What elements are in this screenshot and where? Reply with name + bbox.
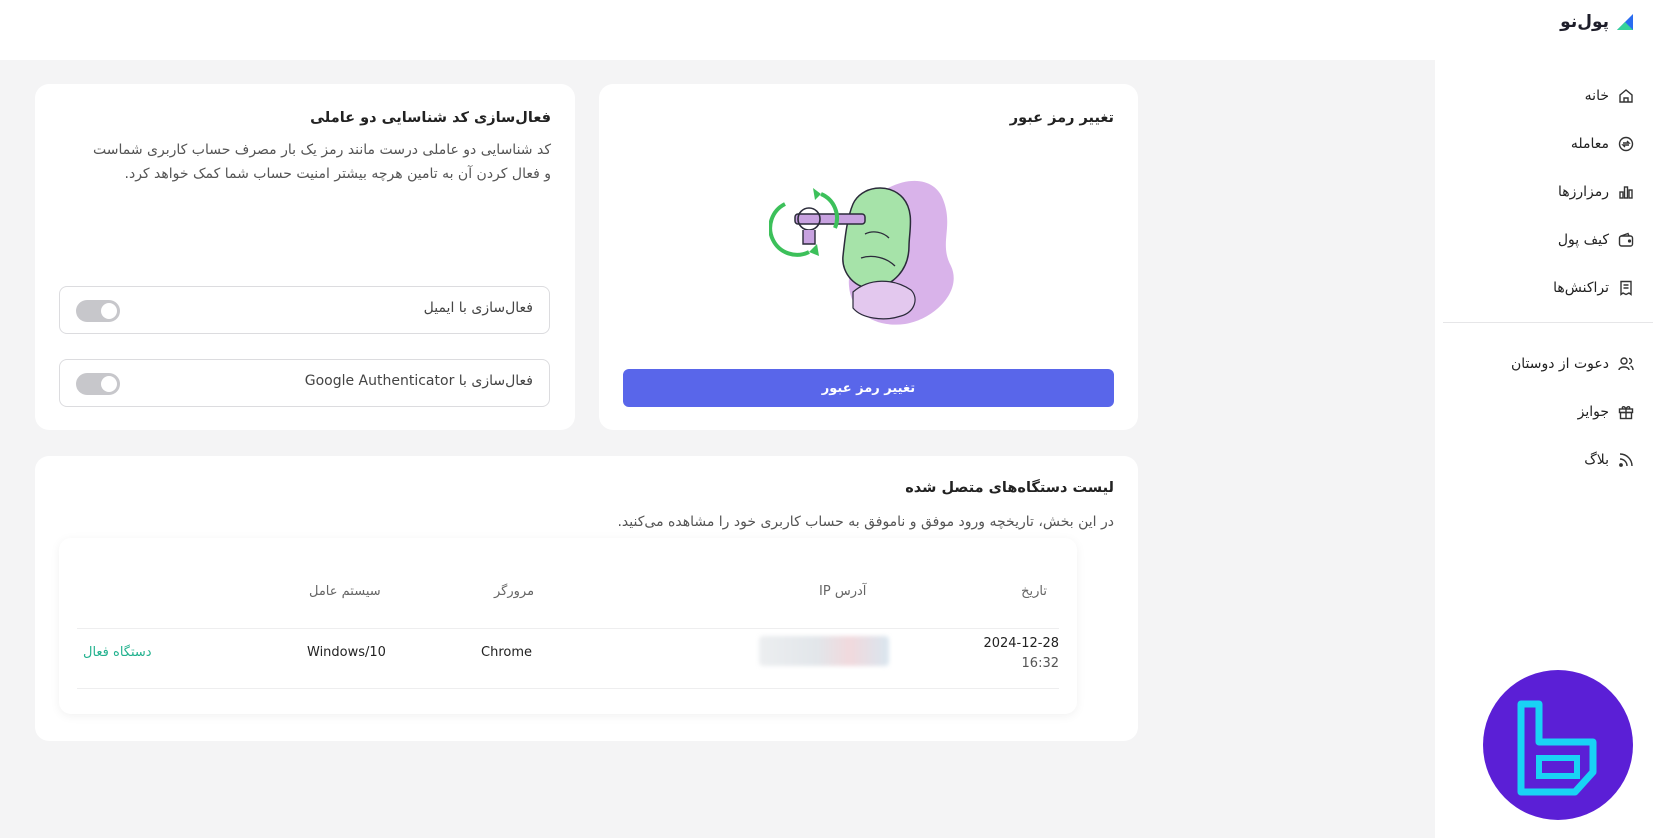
two-factor-card: فعال‌سازی کد شناسایی دو عاملی کد شناسایی…	[35, 84, 575, 430]
column-header-os: سیستم عامل	[309, 584, 381, 599]
devices-table: تاریخ آدرس IP مرورگر سیستم عامل 2024-12-…	[59, 538, 1077, 714]
sidebar-item-rewards[interactable]: جوایز	[1435, 388, 1653, 436]
row-browser: Chrome	[481, 645, 532, 660]
sidebar-item-label: معامله	[1570, 136, 1609, 152]
toggle-knob	[101, 376, 117, 392]
corner-badge-logo	[1483, 670, 1633, 820]
wallet-icon	[1618, 232, 1634, 247]
change-password-title: تغییر رمز عبور	[1009, 110, 1114, 126]
two-factor-description-line-2: و فعال کردن آن به تامین هرچه بیشتر امنیت…	[124, 166, 551, 182]
sidebar-item-blog[interactable]: بلاگ	[1435, 436, 1653, 484]
toggle-label-google-authenticator: فعال‌سازی با Google Authenticator	[304, 373, 533, 389]
sidebar-item-label: کیف پول	[1557, 232, 1609, 248]
sidebar-item-label: جوایز	[1577, 404, 1609, 420]
sidebar-item-label: دعوت از دوستان	[1510, 356, 1609, 372]
logo-text: پول‌نو	[1560, 12, 1609, 32]
receipt-icon	[1620, 280, 1632, 296]
sidebar-item-transactions[interactable]: تراکنش‌ها	[1435, 264, 1653, 312]
sidebar-secondary-nav: دعوت از دوستان جوایز بلاگ	[1435, 340, 1653, 484]
column-header-date: تاریخ	[1021, 584, 1047, 599]
logo[interactable]: پول‌نو	[1560, 12, 1635, 32]
toggle-row-email[interactable]: فعال‌سازی با ایمیل	[59, 286, 550, 334]
toggle-label-email: فعال‌سازی با ایمیل	[423, 300, 533, 316]
sidebar-item-invite[interactable]: دعوت از دوستان	[1435, 340, 1653, 388]
poolno-logo-icon	[1615, 12, 1635, 32]
devices-title: لیست دستگاه‌های متصل شده	[905, 480, 1114, 496]
home-icon	[1619, 89, 1633, 103]
sidebar-item-home[interactable]: خانه	[1435, 72, 1653, 120]
row-date: 2024-12-28	[983, 636, 1059, 651]
top-bar: پول‌نو	[0, 0, 1653, 60]
row-status-active-device[interactable]: دستگاه فعال	[83, 645, 152, 660]
table-divider	[77, 688, 1059, 689]
gift-icon	[1618, 406, 1634, 420]
sidebar-item-label: رمزارزها	[1557, 184, 1609, 200]
sidebar-item-label: تراکنش‌ها	[1553, 280, 1609, 296]
table-divider	[77, 628, 1059, 629]
row-time: 16:32	[1021, 656, 1059, 671]
toggle-row-google-authenticator[interactable]: فعال‌سازی با Google Authenticator	[59, 359, 550, 407]
sidebar-divider	[1443, 322, 1653, 323]
devices-card: لیست دستگاه‌های متصل شده در این بخش، تار…	[35, 456, 1138, 741]
two-factor-description: کد شناسایی دو عاملی درست مانند رمز یک با…	[93, 138, 551, 186]
two-factor-description-line-1: کد شناسایی دو عاملی درست مانند رمز یک با…	[93, 142, 551, 158]
toggle-knob	[101, 303, 117, 319]
sidebar-item-label: بلاگ	[1584, 452, 1609, 468]
sidebar-main-nav: خانه معامله رمزارزها کیف پول تراکنش‌ها	[1435, 72, 1653, 312]
column-header-ip: آدرس IP	[819, 584, 867, 599]
sidebar-item-label: خانه	[1584, 88, 1609, 104]
google-authenticator-toggle[interactable]	[76, 373, 120, 395]
two-factor-title: فعال‌سازی کد شناسایی دو عاملی	[310, 110, 551, 126]
email-2fa-toggle[interactable]	[76, 300, 120, 322]
sidebar-item-wallet[interactable]: کیف پول	[1435, 216, 1653, 264]
row-ip-blurred	[759, 636, 889, 666]
sidebar-item-trade[interactable]: معامله	[1435, 120, 1653, 168]
change-password-button[interactable]: تغییر رمز عبور	[623, 369, 1114, 407]
exchange-icon	[1618, 136, 1634, 152]
key-hand-illustration	[768, 174, 969, 334]
row-os: Windows/10	[307, 645, 386, 660]
users-icon	[1618, 357, 1634, 371]
change-password-card: تغییر رمز عبور تغییر رمز عبور	[599, 84, 1138, 430]
sidebar-item-crypto[interactable]: رمزارزها	[1435, 168, 1653, 216]
column-header-browser: مرورگر	[494, 584, 535, 599]
badge-logo-icon	[1517, 700, 1597, 796]
devices-description: در این بخش، تاریخچه ورود موفق و ناموفق ب…	[617, 514, 1114, 530]
chart-bars-icon	[1619, 186, 1633, 199]
rss-icon	[1619, 453, 1633, 467]
